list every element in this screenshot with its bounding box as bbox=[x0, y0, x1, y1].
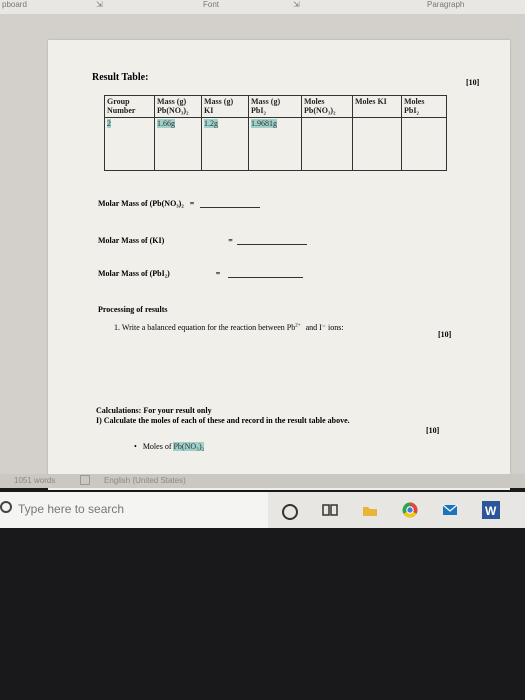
processing-title: Processing of results bbox=[98, 305, 168, 314]
question-1: 1. Write a balanced equation for the rea… bbox=[114, 323, 344, 332]
dialog-launcher-icon[interactable]: ⇲ bbox=[293, 0, 300, 9]
result-table[interactable]: Group Number Mass (g) Pb(NO₃)₂ Mass (g) KI … bbox=[104, 95, 447, 171]
task-view-icon[interactable] bbox=[322, 502, 338, 518]
bullet-icon: • bbox=[134, 442, 137, 451]
document-area[interactable]: Result Table: [10] Group Number Mass (g) P… bbox=[0, 14, 525, 490]
table-row[interactable]: 2 1.66g 1.2g 1.9681g bbox=[104, 117, 447, 171]
ribbon-font-label: Font bbox=[203, 0, 220, 9]
word-app-icon[interactable]: W bbox=[482, 501, 500, 519]
table-cell[interactable]: 1.9681g bbox=[248, 117, 302, 171]
header-cell: Moles PbI₂ bbox=[401, 95, 447, 118]
bullet-moles-pbno3: • Moles of Pb(NO₃)₂ bbox=[134, 442, 205, 451]
molar-mass-ki-line: Molar Mass of (KI) = bbox=[98, 234, 307, 245]
ribbon-group-labels: pboard ⇲ Font ⇲ Paragraph bbox=[0, 0, 525, 14]
cortana-icon[interactable] bbox=[282, 504, 298, 520]
marks-label: [10] bbox=[466, 78, 480, 87]
header-cell: Mass (g) KI bbox=[201, 95, 249, 118]
ribbon-clipboard-label: pboard bbox=[2, 0, 27, 9]
chrome-icon[interactable] bbox=[402, 502, 418, 518]
table-cell[interactable] bbox=[401, 117, 447, 171]
header-cell: Group Number bbox=[104, 95, 155, 118]
search-icon bbox=[0, 501, 12, 513]
molar-mass-pbno3-line: Molar Mass of (Pb(NO₃)₂ = bbox=[98, 197, 261, 208]
document-page[interactable]: Result Table: [10] Group Number Mass (g) P… bbox=[48, 40, 510, 490]
language-indicator[interactable]: English (United States) bbox=[104, 476, 186, 485]
calculations-title: Calculations: For your result only bbox=[96, 406, 212, 415]
ribbon-paragraph-label: Paragraph bbox=[427, 0, 465, 9]
taskbar-search-box[interactable]: Type here to search bbox=[0, 492, 268, 528]
search-placeholder[interactable]: Type here to search bbox=[18, 502, 124, 516]
answer-blank[interactable] bbox=[228, 267, 304, 278]
table-cell[interactable]: 1.2g bbox=[201, 117, 249, 171]
status-bar: 1051 words English (United States) bbox=[0, 474, 525, 488]
word-count[interactable]: 1051 words bbox=[14, 476, 55, 485]
table-header-row: Group Number Mass (g) Pb(NO₃)₂ Mass (g) KI … bbox=[104, 95, 447, 118]
file-explorer-icon[interactable] bbox=[362, 502, 378, 518]
svg-text:W: W bbox=[485, 504, 497, 518]
marks-label: [10] bbox=[438, 330, 452, 339]
calculation-instruction: I) Calculate the moles of each of these … bbox=[96, 416, 350, 425]
dark-foreground bbox=[0, 528, 525, 700]
table-cell[interactable]: 1.66g bbox=[154, 117, 202, 171]
mail-icon[interactable] bbox=[442, 502, 458, 518]
marks-label: [10] bbox=[426, 426, 440, 435]
taskbar: Type here to search W bbox=[0, 492, 525, 528]
header-cell: Moles KI bbox=[352, 95, 402, 118]
table-cell[interactable] bbox=[352, 117, 402, 171]
header-cell: Moles Pb(NO₃)₂ bbox=[301, 95, 353, 118]
proofing-icon[interactable] bbox=[80, 475, 90, 485]
answer-blank[interactable] bbox=[200, 197, 261, 208]
result-table-title: Result Table: bbox=[92, 72, 149, 83]
molar-mass-pbi2-line: Molar Mass of (PbI₂) = bbox=[98, 267, 304, 278]
dialog-launcher-icon[interactable]: ⇲ bbox=[96, 0, 103, 9]
table-cell[interactable]: 2 bbox=[104, 117, 155, 171]
header-cell: Mass (g) Pb(NO₃)₂ bbox=[154, 95, 202, 118]
answer-blank[interactable] bbox=[236, 234, 307, 245]
table-cell[interactable] bbox=[301, 117, 353, 171]
header-cell: Mass (g) PbI₂ bbox=[248, 95, 302, 118]
